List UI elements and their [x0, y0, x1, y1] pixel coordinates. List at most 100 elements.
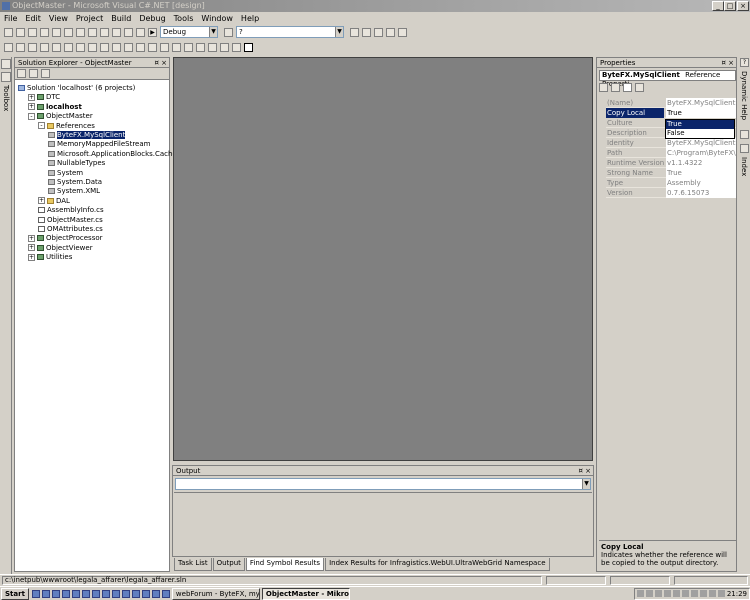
toolbox-icon[interactable] [374, 27, 383, 37]
quicklaunch-icon-6[interactable] [81, 589, 90, 598]
close-icon[interactable]: × [728, 58, 734, 68]
tree-item[interactable]: - ObjectMaster [28, 112, 93, 121]
quicklaunch-icon-5[interactable] [71, 589, 80, 598]
property-pages-icon[interactable] [635, 83, 644, 92]
tree-item[interactable]: + DAL [38, 197, 70, 206]
toolbox-icon[interactable] [1, 72, 11, 82]
expand-icon[interactable]: + [28, 234, 35, 242]
cut-icon[interactable] [64, 27, 73, 37]
task-objectmaster[interactable]: ObjectMaster - Mikro... [261, 587, 350, 600]
tree-item[interactable]: AssemblyInfo.cs [38, 206, 104, 215]
alphabetical-icon[interactable] [611, 83, 620, 92]
properties-view-icon[interactable] [623, 83, 632, 92]
quicklaunch-icon-10[interactable] [121, 589, 130, 598]
quicklaunch-icon-13[interactable] [151, 589, 160, 598]
collapse-icon[interactable]: - [38, 122, 45, 130]
tree-item[interactable]: System [48, 169, 83, 178]
add-item-icon[interactable] [16, 27, 25, 37]
tree-item[interactable]: System.Data [48, 178, 102, 187]
menu-help[interactable]: Help [241, 14, 259, 23]
class-view-icon[interactable] [386, 27, 395, 37]
copy-icon[interactable] [76, 27, 85, 37]
tree-item[interactable]: MemoryMappedFileStream [48, 140, 150, 149]
property-row[interactable]: Strong Name True [606, 168, 736, 178]
tab-output[interactable]: Output [212, 558, 245, 571]
close-icon[interactable]: × [585, 466, 591, 476]
quicklaunch-icon-1[interactable] [31, 589, 40, 598]
property-row[interactable]: Path C:\Program\ByteFX\Byte [606, 148, 736, 158]
tab-find-symbol[interactable]: Find Symbol Results [245, 558, 325, 571]
help-icon[interactable]: ? [740, 58, 749, 67]
tree-item[interactable]: + Utilities [28, 253, 72, 262]
tree-item[interactable]: System.XML [48, 187, 100, 196]
tree-item[interactable]: ObjectMaster.cs [38, 216, 103, 225]
undo-icon[interactable] [100, 27, 109, 37]
tree-item[interactable]: + localhost [28, 103, 82, 112]
dropdown-option[interactable]: False [666, 129, 734, 138]
categorized-icon[interactable] [599, 83, 608, 92]
tool-icon-2[interactable] [16, 42, 25, 52]
tool-icon-3[interactable] [28, 42, 37, 52]
toolbox-tab-label[interactable]: Toolbox [2, 85, 10, 111]
save-all-icon[interactable] [52, 27, 61, 37]
tool-icon-1[interactable] [4, 42, 13, 52]
menu-edit[interactable]: Edit [25, 14, 41, 23]
indent-icon[interactable] [40, 42, 49, 52]
properties-icon[interactable] [17, 69, 26, 78]
menu-debug[interactable]: Debug [139, 14, 165, 23]
refresh-icon[interactable] [29, 69, 38, 78]
menu-view[interactable]: View [49, 14, 68, 23]
minimize-button[interactable]: _ [712, 1, 724, 11]
expand-icon[interactable]: + [28, 253, 35, 261]
quicklaunch-icon-14[interactable] [161, 589, 170, 598]
tree-item[interactable]: NullableTypes [48, 159, 105, 168]
tool-icon-12[interactable] [136, 42, 145, 52]
tool-icon-18[interactable] [208, 42, 217, 52]
pin-icon[interactable]: ¤ [722, 58, 726, 68]
menu-build[interactable]: Build [111, 14, 131, 23]
save-icon[interactable] [40, 27, 49, 37]
output-text[interactable] [174, 492, 592, 554]
task-webforum[interactable]: webForum - ByteFX, my... [171, 587, 260, 600]
app-icon[interactable] [2, 2, 10, 10]
redo-icon[interactable] [112, 27, 121, 37]
tray-icon[interactable] [672, 590, 680, 597]
tool-icon-20[interactable] [232, 42, 241, 52]
start-button[interactable]: Start [1, 587, 29, 600]
menu-project[interactable]: Project [76, 14, 103, 23]
pin-icon[interactable]: ¤ [155, 58, 159, 68]
quicklaunch-icon-7[interactable] [91, 589, 100, 598]
nav-forward-icon[interactable] [136, 27, 145, 37]
tree-item[interactable]: - References [38, 122, 95, 131]
find-combo[interactable]: ? ▼ [236, 26, 344, 38]
contents-icon[interactable] [740, 130, 749, 139]
quicklaunch-icon-8[interactable] [101, 589, 110, 598]
tab-task-list[interactable]: Task List [174, 558, 212, 571]
dropdown-option[interactable]: True [666, 120, 734, 129]
object-selector[interactable]: ByteFX.MySqlClient Reference Properti [599, 70, 736, 88]
pin-icon[interactable]: ¤ [579, 466, 583, 476]
expand-icon[interactable]: + [38, 197, 45, 205]
tray-icon[interactable] [636, 590, 644, 597]
tray-icon[interactable] [717, 590, 725, 597]
maximize-button[interactable]: □ [724, 1, 736, 11]
tool-icon-15[interactable] [172, 42, 181, 52]
property-row[interactable]: Version 0.7.6.15073 [606, 188, 736, 198]
uncomment-icon[interactable] [76, 42, 85, 52]
tree-item[interactable]: ByteFX.MySqlClient [48, 131, 126, 140]
property-row[interactable]: Type Assembly [606, 178, 736, 188]
tray-icon[interactable] [645, 590, 653, 597]
bookmark-next-icon[interactable] [100, 42, 109, 52]
expand-icon[interactable]: + [28, 103, 35, 111]
tool-icon-13[interactable] [148, 42, 157, 52]
index-tab[interactable]: Index [740, 157, 748, 176]
tray-icon[interactable] [681, 590, 689, 597]
quicklaunch-icon-12[interactable] [141, 589, 150, 598]
find-in-files-icon[interactable] [224, 27, 233, 37]
property-value[interactable]: True [666, 108, 736, 118]
expand-icon[interactable]: + [28, 93, 35, 101]
property-row[interactable]: Identity ByteFX.MySqlClient [606, 138, 736, 148]
tray-icon[interactable] [654, 590, 662, 597]
tray-icon[interactable] [699, 590, 707, 597]
quicklaunch-icon-11[interactable] [131, 589, 140, 598]
